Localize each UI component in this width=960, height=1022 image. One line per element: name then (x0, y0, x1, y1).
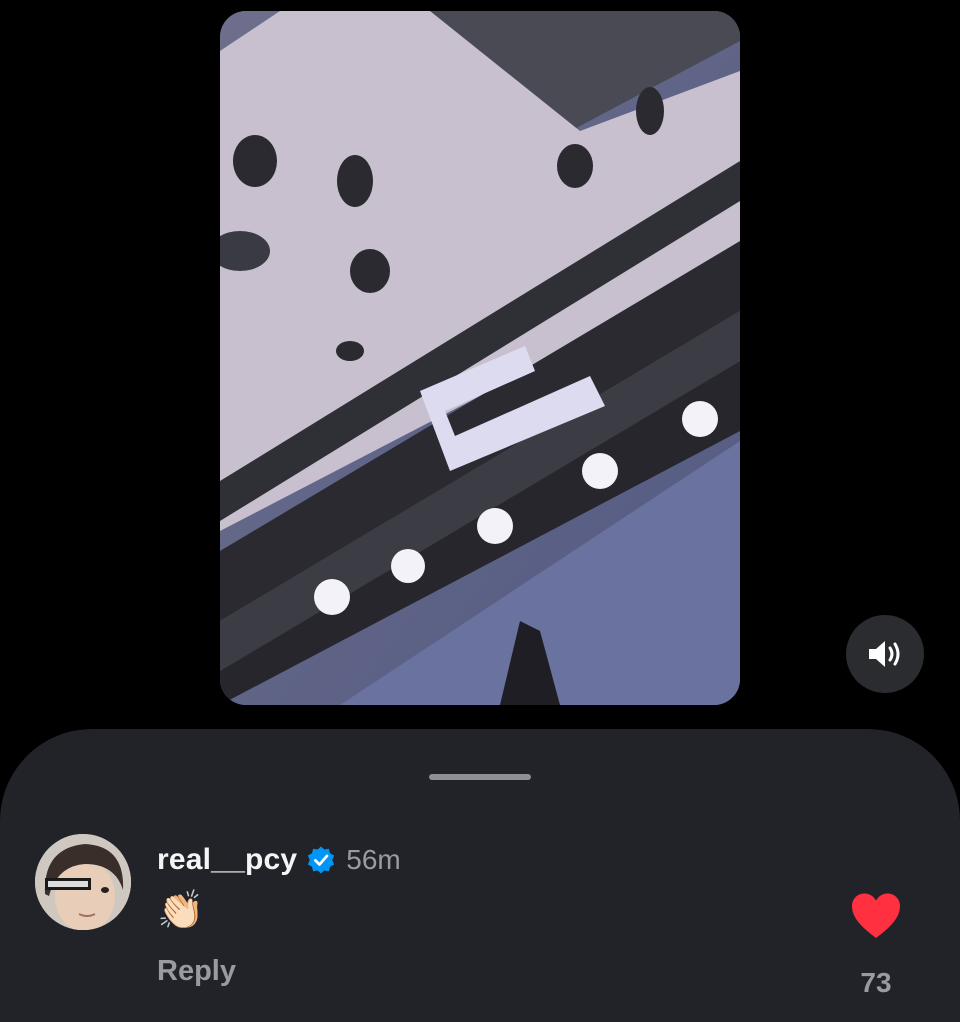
comment-header: real__pcy 56m (157, 840, 401, 880)
video-preview[interactable] (220, 11, 740, 705)
verified-badge-icon (308, 846, 335, 874)
reply-button[interactable]: Reply (157, 955, 236, 988)
comment-text: 👏🏻 (157, 890, 205, 932)
comment-timestamp: 56m (346, 844, 401, 875)
like-button[interactable] (850, 892, 902, 940)
comment-username[interactable]: real__pcy (157, 843, 297, 877)
sound-toggle-button[interactable] (846, 615, 924, 693)
story-viewer: real__pcy 56m 👏🏻 Reply 73 (0, 0, 960, 1022)
sheet-drag-handle[interactable] (429, 774, 531, 780)
avatar[interactable] (35, 834, 131, 930)
video-frame-image (220, 11, 740, 705)
comments-sheet: real__pcy 56m 👏🏻 Reply 73 (0, 729, 960, 1022)
like-count: 73 (860, 967, 892, 998)
profile-photo-image (35, 834, 131, 930)
heart-filled-icon (852, 893, 900, 938)
speaker-volume-icon (869, 641, 900, 667)
